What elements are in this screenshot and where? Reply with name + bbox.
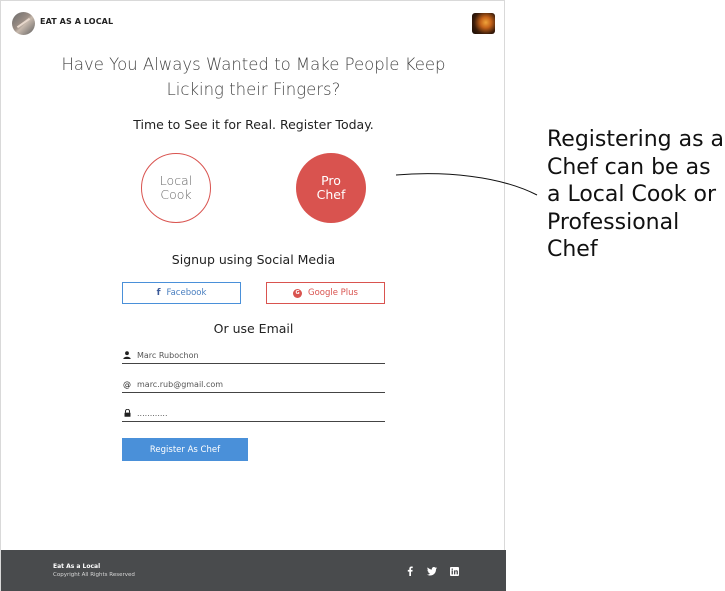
facebook-signup-button[interactable]: f Facebook [122,282,241,304]
at-sign-icon: @ [123,379,131,389]
role-local-cook-label: Local Cook [159,173,193,202]
facebook-signup-label: Facebook [166,288,207,298]
footer-copyright: Copyright All Rights Reserved [53,572,135,578]
google-plus-icon: G [293,288,302,298]
name-input[interactable] [137,348,377,362]
page-headline: Have You Always Wanted to Make People Ke… [61,55,446,99]
twitter-icon[interactable] [427,566,437,576]
google-plus-signup-label: Google Plus [308,288,358,298]
lock-icon [122,409,132,417]
footer-brand: Eat As a Local [53,563,101,570]
email-signup-title: Or use Email [213,321,294,336]
page-subhead: Time to See it for Real. Register Today. [133,117,374,132]
facebook-icon: f [156,288,161,298]
annotation-callout-line [395,173,538,196]
logo-avatar[interactable] [12,12,35,35]
annotation-note: Registering as a Chef can be as a Local … [547,127,725,262]
register-as-chef-button[interactable]: Register As Chef [122,438,248,461]
facebook-icon[interactable] [405,566,415,576]
email-input[interactable] [137,377,377,391]
linkedin-icon[interactable] [449,566,459,576]
password-field [122,405,385,422]
role-pro-chef-button[interactable]: Pro Chef [296,153,366,223]
email-field: @ [122,376,385,393]
google-plus-signup-button[interactable]: G Google Plus [266,282,385,304]
profile-thumbnail[interactable] [472,13,495,34]
role-pro-chef-label: Pro Chef [316,173,346,202]
footer: Eat As a Local Copyright All Rights Rese… [1,550,506,591]
social-signup-title: Signup using Social Media [171,252,336,267]
user-icon [122,351,132,359]
brand-name[interactable]: EAT AS A LOCAL [40,17,113,26]
role-local-cook-button[interactable]: Local Cook [141,153,211,223]
password-input[interactable] [137,406,377,420]
footer-social-icons [405,566,459,576]
app-frame: EAT AS A LOCAL Have You Always Wanted to… [0,0,506,591]
name-field [122,347,385,364]
